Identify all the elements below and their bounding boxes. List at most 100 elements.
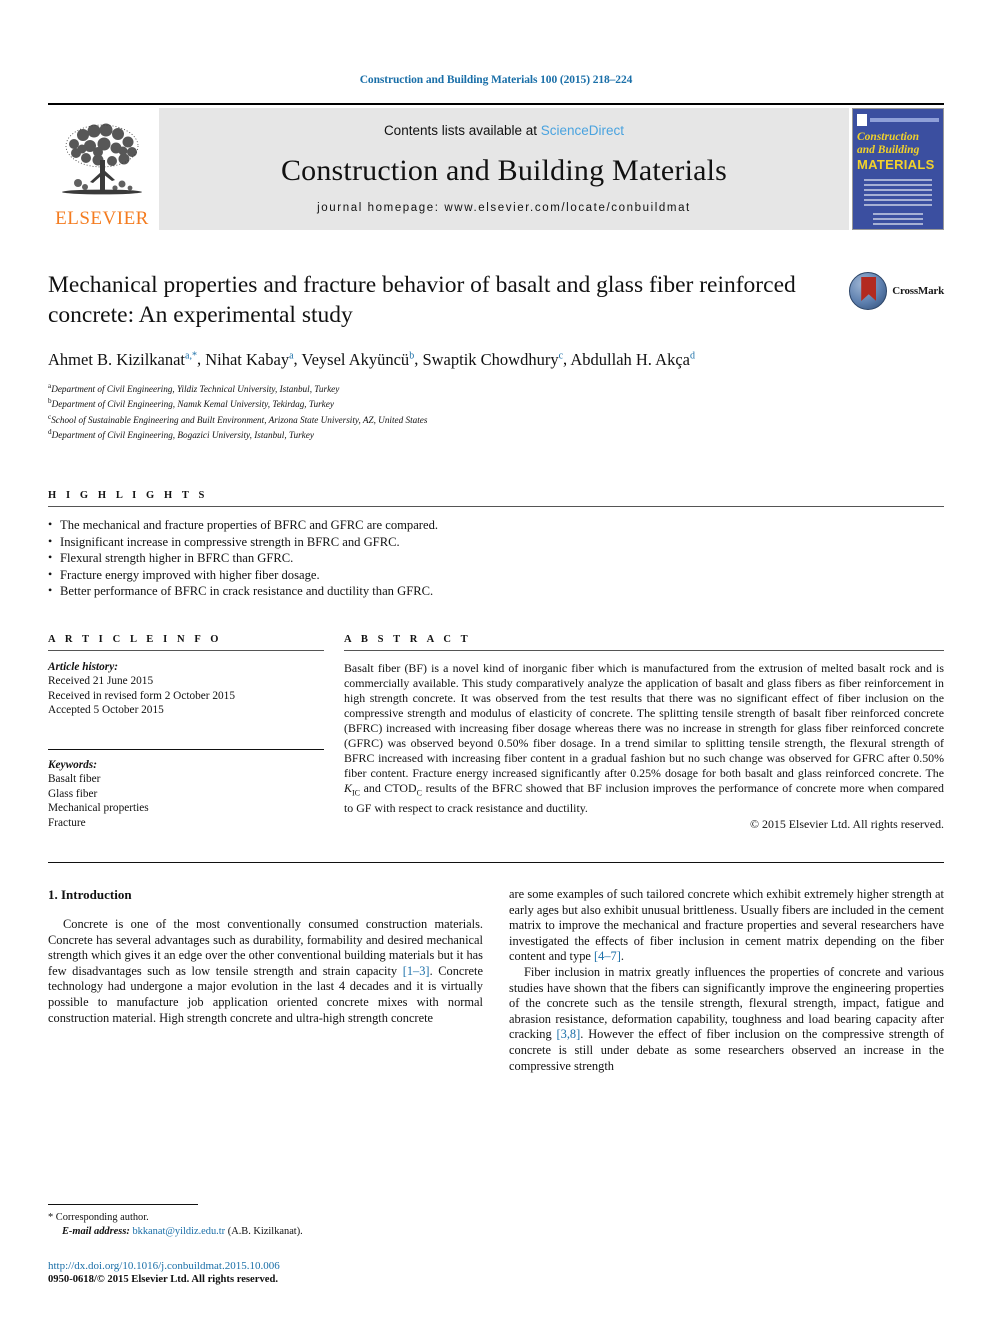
corresponding-author-text: Corresponding author. — [55, 1212, 149, 1223]
footnote-block: * Corresponding author. E-mail address: … — [48, 1204, 478, 1287]
highlights-section: H I G H L I G H T S The mechanical and f… — [48, 490, 944, 600]
doi-block: http://dx.doi.org/10.1016/j.conbuildmat.… — [48, 1259, 478, 1287]
kic-letter: K — [344, 781, 352, 796]
author-entry: Swaptik Chowdhuryc — [422, 350, 563, 369]
crossmark-badge[interactable]: CrossMark — [849, 272, 944, 310]
affiliation-text: Department of Civil Engineering, Namık K… — [51, 399, 334, 410]
author-marks: a,* — [185, 350, 197, 361]
citation-ref[interactable]: [4–7] — [594, 949, 621, 963]
citation-ref[interactable]: [1–3] — [403, 964, 430, 978]
article-history-block: Article history: Received 21 June 2015 R… — [48, 651, 324, 718]
crossmark-label: CrossMark — [892, 285, 944, 297]
list-item: Better performance of BFRC in crack resi… — [48, 582, 944, 600]
author-sep: , — [196, 349, 206, 369]
issn-copyright: © 2015 Elsevier Ltd. All rights reserved… — [96, 1274, 278, 1285]
paragraph-text: are some examples of such tailored concr… — [509, 887, 944, 964]
contents-prefix: Contents lists available at — [383, 122, 541, 138]
cover-title-line3: MATERIALS — [857, 157, 935, 172]
highlights-heading: H I G H L I G H T S — [48, 490, 208, 502]
abstract-column: A B S T R A C T Basalt fiber (BF) is a n… — [344, 634, 944, 832]
cover-elsevier-icon — [857, 114, 867, 126]
journal-band: Contents lists available at ScienceDirec… — [159, 108, 849, 230]
paper-page: Construction and Building Materials 100 … — [0, 0, 992, 1323]
footnote-rule — [48, 1204, 198, 1205]
affiliation-list: aDepartment of Civil Engineering, Yildiz… — [48, 380, 944, 443]
abstract-text: Basalt fiber (BF) is a novel kind of ino… — [344, 651, 944, 832]
affiliation-item: dDepartment of Civil Engineering, Bogazi… — [48, 426, 944, 442]
article-info-heading: A R T I C L E I N F O — [48, 633, 223, 645]
info-abstract-row: A R T I C L E I N F O Article history: R… — [48, 634, 944, 832]
section-heading-introduction: 1. Introduction — [48, 887, 132, 903]
affiliation-text: Department of Civil Engineering, Yildiz … — [51, 383, 340, 394]
kic-symbol: KIC — [344, 781, 361, 798]
author-entry: Veysel Akyüncüb — [301, 350, 414, 369]
cover-title-line2: and Building — [857, 144, 920, 156]
list-item: The mechanical and fracture properties o… — [48, 516, 944, 534]
cover-footer-text — [873, 213, 923, 225]
elsevier-wordmark: ELSEVIER — [55, 208, 149, 229]
abstract-copyright: © 2015 Elsevier Ltd. All rights reserved… — [750, 816, 944, 831]
history-item: Accepted 5 October 2015 — [48, 704, 164, 717]
affiliation-item: bDepartment of Civil Engineering, Namık … — [48, 395, 944, 411]
elsevier-tree-icon — [62, 123, 142, 195]
author-name: Veysel Akyüncü — [301, 349, 410, 369]
article-info-column: A R T I C L E I N F O Article history: R… — [48, 634, 324, 832]
author-marks: d — [689, 350, 695, 361]
journal-homepage-line[interactable]: journal homepage: www.elsevier.com/locat… — [317, 202, 691, 214]
keyword-item: Mechanical properties — [48, 802, 149, 815]
article-history-title: Article history: — [48, 660, 118, 673]
affiliation-item: aDepartment of Civil Engineering, Yildiz… — [48, 380, 944, 396]
cover-blurb-text — [863, 179, 933, 209]
abstract-mid: and CTOD — [360, 781, 417, 796]
abstract-part1: Basalt fiber (BF) is a novel kind of ino… — [344, 660, 944, 781]
affiliation-text: Department of Civil Engineering, Bogazic… — [51, 430, 314, 441]
elsevier-logo: ELSEVIER — [48, 108, 156, 230]
email-label: E-mail address: — [62, 1226, 130, 1237]
kic-subscript: IC — [351, 788, 361, 798]
author-name: Nihat Kabay — [205, 349, 290, 369]
running-head: Construction and Building Materials 100 … — [359, 74, 633, 86]
paragraph-text: . — [620, 949, 624, 964]
affiliation-item: cSchool of Sustainable Engineering and B… — [48, 411, 944, 427]
asterisk-icon: * — [48, 1212, 56, 1223]
abstract-heading: A B S T R A C T — [344, 633, 472, 645]
affiliation-text: School of Sustainable Engineering and Bu… — [51, 414, 428, 425]
history-item: Received 21 June 2015 — [48, 675, 154, 688]
author-list: Ahmet B. Kizilkanata,*, Nihat Kabaya, Ve… — [48, 346, 944, 370]
title-block: Mechanical properties and fracture behav… — [48, 270, 944, 442]
author-name: Ahmet B. Kizilkanat — [48, 349, 186, 369]
body-two-column: 1. Introduction Concrete is one of the m… — [48, 887, 944, 1074]
list-item: Fracture energy improved with higher fib… — [48, 566, 944, 584]
crossmark-icon — [849, 272, 888, 310]
page-title: Mechanical properties and fracture behav… — [48, 272, 796, 328]
cover-title-line1: Construction — [857, 131, 919, 143]
keyword-item: Glass fiber — [48, 787, 98, 800]
history-item: Received in revised form 2 October 2015 — [48, 689, 235, 702]
abstract-part2: results of the BFRC showed that BF inclu… — [344, 781, 944, 815]
doi-link[interactable]: http://dx.doi.org/10.1016/j.conbuildmat.… — [48, 1259, 478, 1273]
issn-number: 0950-0618/ — [48, 1274, 97, 1285]
body-right-column: are some examples of such tailored concr… — [509, 887, 944, 1074]
keyword-item: Basalt fiber — [48, 773, 101, 786]
keyword-item: Fracture — [48, 817, 86, 829]
journal-masthead: ELSEVIER Contents lists available at Sci… — [48, 103, 944, 230]
citation-ref[interactable]: [3,8] — [557, 1027, 581, 1041]
body-left-column: 1. Introduction Concrete is one of the m… — [48, 887, 483, 1074]
sciencedirect-link[interactable]: ScienceDirect — [541, 123, 624, 138]
journal-cover-thumbnail[interactable]: Construction and Building MATERIALS — [852, 108, 944, 230]
paragraph: Concrete is one of the most conventional… — [48, 917, 483, 1026]
author-name: Abdullah H. Akça — [570, 349, 690, 369]
keywords-block: Keywords: Basalt fiber Glass fiber Mecha… — [48, 750, 324, 831]
highlights-list: The mechanical and fracture properties o… — [48, 507, 944, 600]
journal-title: Construction and Building Materials — [280, 153, 728, 187]
email-owner: (A.B. Kizilkanat). — [227, 1226, 303, 1237]
body-separator-rule — [48, 862, 944, 864]
issn-copyright-line: 0950-0618/© 2015 Elsevier Ltd. All right… — [48, 1273, 478, 1287]
email-link[interactable]: bkkanat@yildiz.edu.tr — [132, 1226, 225, 1237]
author-entry: Nihat Kabaya — [205, 350, 293, 369]
cover-topbar — [857, 114, 939, 126]
list-item: Insignificant increase in compressive st… — [48, 533, 944, 551]
paragraph: are some examples of such tailored concr… — [509, 887, 944, 965]
keywords-title: Keywords: — [48, 758, 97, 771]
